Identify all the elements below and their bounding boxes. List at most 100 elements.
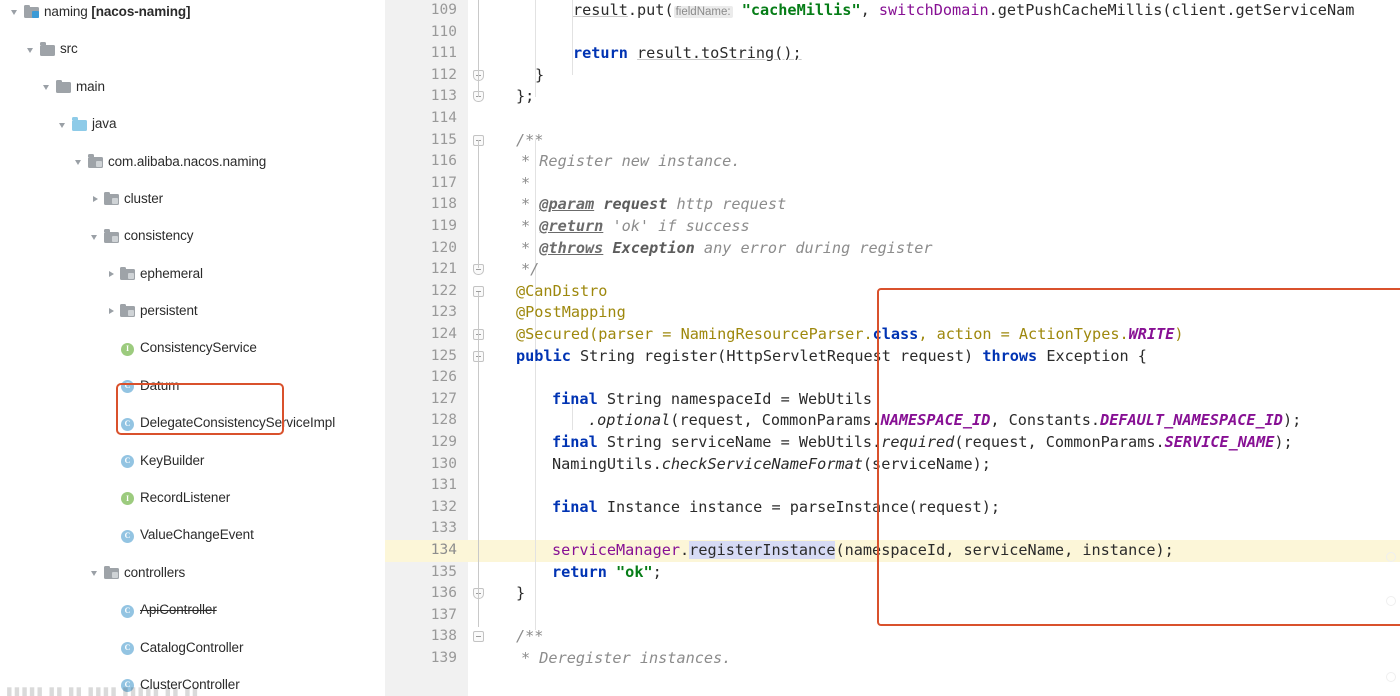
tok-sn-a: String serviceName = WebUtils. — [597, 433, 882, 451]
tok-anno-postmapping: @PostMapping — [516, 303, 626, 322]
tok-doc-open: /** — [516, 130, 544, 149]
code-text[interactable]: result.put(fieldName: "cacheMillis", swi… — [490, 0, 1400, 696]
tok-reg-args: (namespaceId, serviceName, instance); — [835, 541, 1174, 559]
tree-item-com-alibaba-nacos-naming[interactable]: com.alibaba.nacos.naming — [0, 153, 385, 172]
tok-sig-b: Exception { — [1037, 346, 1147, 365]
markup-marker — [1386, 672, 1396, 682]
chevron-down-icon[interactable] — [89, 564, 103, 582]
tree-item-label: ConsistencyService — [140, 340, 257, 356]
tree-item-label: com.alibaba.nacos.naming — [108, 153, 267, 169]
line-number-109: 109 — [430, 2, 457, 18]
tok-doc-throws-desc: any error during register — [703, 238, 933, 257]
tree-item-delegateconsistencyserviceimpl[interactable]: C DelegateConsistencyServiceImpl — [0, 414, 385, 433]
sp1 — [733, 1, 742, 19]
tree-item-consistency[interactable]: consistency — [0, 227, 385, 246]
chevron-down-icon[interactable] — [57, 116, 71, 134]
line-number-116: 116 — [430, 153, 457, 170]
fold-region-line — [478, 0, 479, 97]
tree-item-consistencyservice[interactable]: I ConsistencyService — [0, 339, 385, 358]
chevron-down-icon[interactable] — [25, 41, 39, 59]
fold-marker-138[interactable] — [473, 631, 484, 643]
tok-const-service-name: SERVICE_NAME — [1164, 433, 1275, 451]
ide-window: naming [nacos-naming] src main java com.alib… — [0, 0, 1400, 696]
comma1: , — [860, 1, 879, 19]
chevron-down-icon[interactable] — [9, 3, 23, 21]
tree-item-recordlistener[interactable]: I RecordListener — [0, 489, 385, 508]
tree-item-main[interactable]: main — [0, 78, 385, 97]
tree-item-keybuilder[interactable]: C KeyBuilder — [0, 452, 385, 471]
sp-120b — [695, 239, 704, 257]
code-line-136: } — [516, 583, 525, 605]
project-tree[interactable]: naming [nacos-naming] src main java com.alib… — [0, 0, 385, 693]
editor-pane[interactable]: 109 110 111 112 113 114 115 116 117 118 119 120 121 1… — [385, 0, 1400, 696]
package-icon — [119, 302, 137, 320]
tree-item-label: RecordListener — [140, 490, 231, 506]
line-number-131: 131 — [430, 477, 457, 494]
inlay-hint-fieldName[interactable]: fieldName: — [673, 6, 733, 18]
line-number-130: 130 — [430, 455, 457, 472]
package-icon — [103, 190, 121, 208]
chevron-right-icon[interactable] — [105, 265, 119, 283]
chevron-down-icon[interactable] — [73, 153, 87, 171]
tool-window-bottom-strip: ▮▮▮▮▮ ▮▮ ▮▮ ▮▮▮▮ ▮▮▮▮▮ ▮▮ ▮▮ — [0, 687, 385, 696]
tree-item-persistent[interactable]: persistent — [0, 302, 385, 321]
class-icon: C — [119, 452, 137, 470]
sp-118 — [594, 195, 603, 213]
kw-return-135: return — [552, 562, 607, 581]
kw-return: return — [573, 44, 628, 63]
markup-marker — [1386, 596, 1396, 606]
line-number-126: 126 — [430, 369, 457, 386]
tok-const-write: WRITE — [1128, 325, 1175, 343]
line-number-110: 110 — [430, 23, 457, 40]
code-line-138: /** — [516, 626, 543, 648]
code-line-115: /** — [516, 130, 543, 152]
tree-item-java[interactable]: java — [0, 115, 385, 134]
tok-doc-param-desc: http request — [676, 195, 787, 214]
tok-anno-paren: ) — [1174, 325, 1184, 343]
editor-markup-gutter[interactable] — [1386, 0, 1398, 696]
module-icon — [23, 3, 41, 21]
tok-const-default-namespace-id: DEFAULT_NAMESPACE_ID — [1100, 411, 1283, 430]
kw-final-132: final — [552, 497, 598, 516]
line-number-113: 113 — [430, 88, 457, 105]
code-line-117: * — [521, 173, 530, 195]
tree-item-label: CatalogController — [140, 639, 244, 655]
project-tool-window[interactable]: naming [nacos-naming] src main java com.alib… — [0, 0, 385, 696]
tok-doc-return-desc: 'ok' if success — [612, 217, 750, 235]
tok-meth-optional: .optional — [588, 411, 671, 430]
tok-dot: . — [680, 541, 690, 559]
tree-item-catalogcontroller[interactable]: C CatalogController — [0, 639, 385, 658]
tok-meth-registerinstance: registerInstance — [689, 541, 836, 559]
tok-doc-param-tag: @param — [539, 195, 595, 214]
source-folder-icon — [71, 116, 89, 134]
chevron-down-icon[interactable] — [89, 228, 103, 246]
tree-item-label: persistent — [140, 303, 198, 319]
folder-icon — [55, 78, 73, 96]
tok-inst-a: Instance instance = parseInstance(reques… — [597, 497, 1001, 516]
line-number-127: 127 — [430, 390, 457, 407]
tok-getpushcachemillis: .getPushCacheMillis(client.getServiceNam — [988, 1, 1355, 19]
chevron-right-icon[interactable] — [89, 190, 103, 208]
tok-result-tostring: result.toString(); — [637, 44, 802, 63]
tree-item-apicontroller[interactable]: C ApiController — [0, 601, 385, 620]
tree-item-name: naming — [44, 4, 92, 19]
code-line-116: * Register new instance. — [521, 151, 740, 173]
line-number-138: 138 — [430, 628, 457, 645]
chevron-down-icon[interactable] — [41, 78, 55, 96]
code-line-109: result.put(fieldName: "cacheMillis", swi… — [573, 0, 1354, 22]
tree-item-datum[interactable]: C Datum — [0, 377, 385, 396]
code-line-135: return "ok"; — [552, 562, 662, 584]
tree-item-valuechangeevent[interactable]: C ValueChangeEvent — [0, 526, 385, 545]
tree-item-naming[interactable]: naming [nacos-naming] — [0, 3, 385, 22]
class-icon: C — [119, 527, 137, 545]
tree-item-cluster[interactable]: cluster — [0, 190, 385, 209]
tree-item-ephemeral[interactable]: ephemeral — [0, 265, 385, 284]
tree-item-label: ValueChangeEvent — [140, 527, 254, 543]
tree-item-controllers[interactable]: controllers — [0, 564, 385, 583]
bottom-strip-text: ▮▮▮▮▮ ▮▮ ▮▮ ▮▮▮▮ ▮▮▮▮▮ ▮▮ ▮▮ — [6, 687, 200, 696]
chevron-right-icon[interactable] — [105, 302, 119, 320]
tok-anno-candistro: @CanDistro — [516, 281, 608, 300]
line-number-120: 120 — [430, 239, 457, 256]
tree-item-src[interactable]: src — [0, 40, 385, 59]
tok-str-ok: "ok" — [616, 562, 653, 581]
